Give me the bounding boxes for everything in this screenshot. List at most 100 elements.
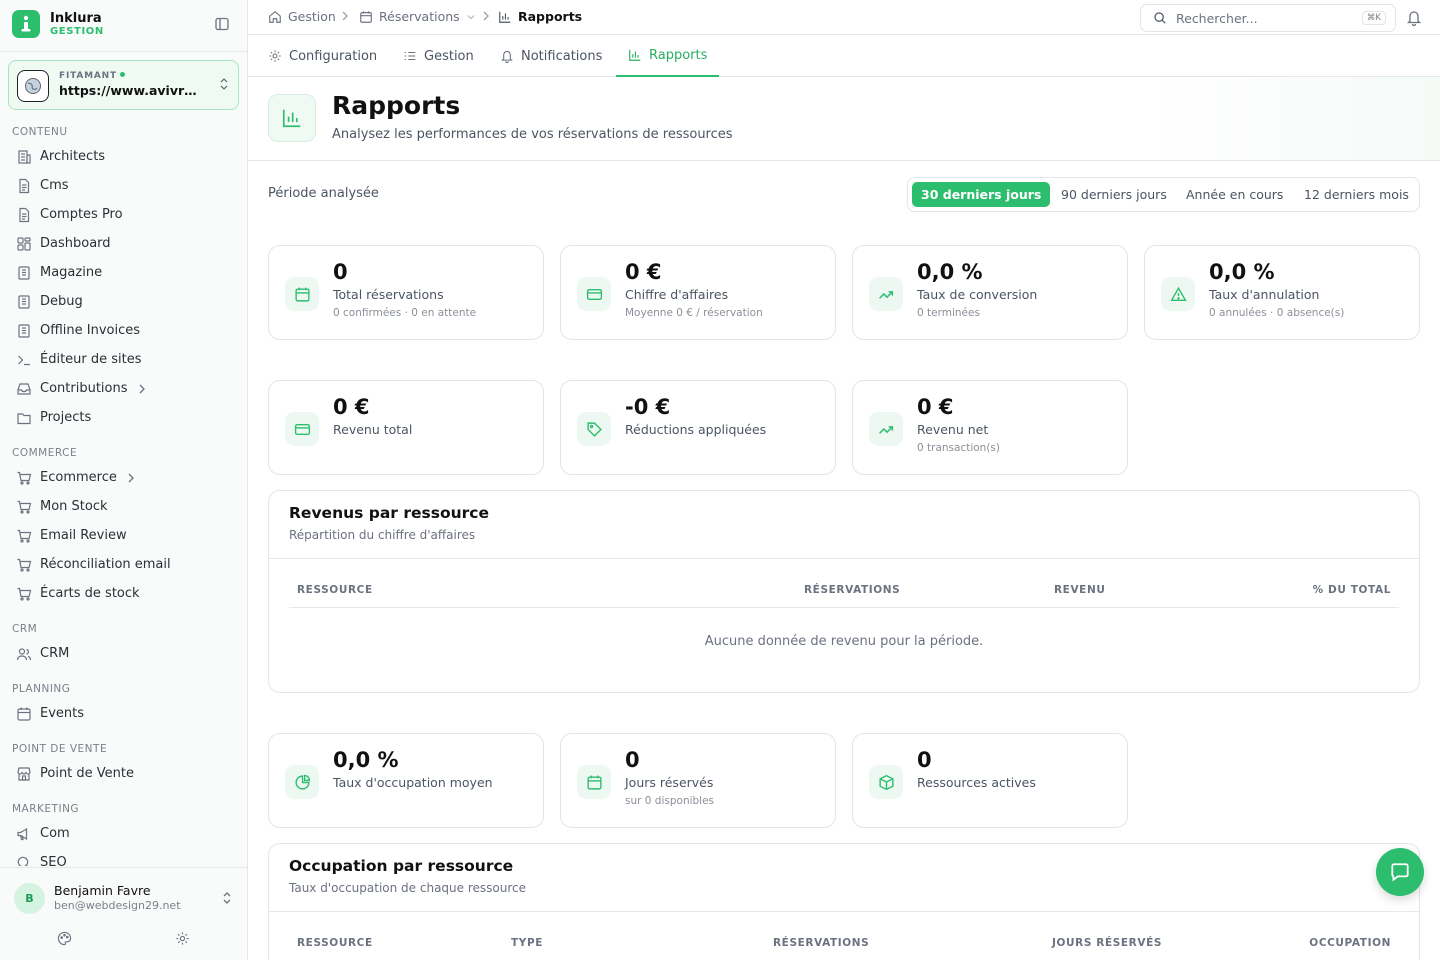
topbar: Gestion Réservations Rapports Rechercher… (248, 0, 1440, 35)
sidebar-item-offline-invoices[interactable]: Offline Invoices (0, 316, 248, 345)
sidebar-item-mon-stock[interactable]: Mon Stock (0, 492, 248, 521)
site-label: FITAMANT (59, 71, 125, 81)
breadcrumb-section[interactable]: Réservations (359, 9, 482, 24)
cart-icon (16, 528, 32, 544)
sidebar-item-email-review[interactable]: Email Review (0, 521, 248, 550)
sidebar-item-label: Architects (40, 149, 106, 164)
sidebar-item-architects[interactable]: Architects (0, 142, 248, 171)
column-header-resource[interactable]: RESSOURCE (297, 937, 373, 949)
empty-state-message: Aucune donnée de revenu pour la période. (704, 634, 984, 649)
sidebar-toggle-icon[interactable] (214, 16, 232, 34)
sidebar-item-label: Email Review (40, 528, 127, 543)
sidebar-item-reconciliation-email[interactable]: Réconciliation email (0, 550, 248, 579)
tab-notifications[interactable]: Notifications (500, 35, 602, 77)
column-header-reservations[interactable]: RÉSERVATIONS (804, 584, 900, 596)
sidebar-item-label: Point de Vente (40, 766, 135, 781)
tab-gestion[interactable]: Gestion (403, 35, 474, 77)
tab-rapports[interactable]: Rapports (616, 35, 720, 77)
sidebar-item-dashboard[interactable]: Dashboard (0, 229, 248, 258)
stat-value: 0 € (333, 395, 370, 419)
sidebar-item-events[interactable]: Events (0, 699, 248, 728)
column-header-resource[interactable]: RESSOURCE (297, 584, 373, 596)
period-option-90d[interactable]: 90 derniers jours (1052, 182, 1176, 207)
sidebar-item-ecommerce[interactable]: Ecommerce (0, 463, 248, 492)
period-option-30d[interactable]: 30 derniers jours (912, 182, 1051, 207)
stat-value: 0 € (625, 260, 662, 284)
chevron-updown-icon (218, 77, 230, 91)
sidebar-item-editeur-de-sites[interactable]: Éditeur de sites (0, 345, 248, 374)
sidebar-item-label: Debug (40, 294, 83, 309)
column-header-days-reserved[interactable]: JOURS RÉSERVÉS (1052, 937, 1162, 949)
sidebar-item-label: Ecommerce (40, 470, 117, 485)
revenue-panel: Revenus par ressource Répartition du chi… (268, 490, 1420, 693)
calendar-icon (285, 277, 319, 311)
sidebar-item-label: SEO (40, 855, 67, 866)
stat-value: 0,0 % (333, 748, 399, 772)
sidebar-item-debug[interactable]: Debug (0, 287, 248, 316)
cart-icon (16, 499, 32, 515)
bar-chart-icon (499, 11, 511, 23)
search-input[interactable]: Rechercher... ⌘K (1140, 4, 1396, 32)
users-icon (16, 646, 32, 662)
period-option-year[interactable]: Année en cours (1177, 182, 1292, 207)
sidebar-item-point-de-vente[interactable]: Point de Vente (0, 759, 248, 788)
sidebar-item-com[interactable]: Com (0, 819, 248, 848)
stat-value: 0 (333, 260, 348, 284)
tab-configuration[interactable]: Configuration (268, 35, 377, 77)
chat-icon (1391, 863, 1409, 882)
pie-chart-icon (285, 765, 319, 799)
brand-name: Inklura (50, 11, 102, 26)
occupancy-panel-subtitle: Taux d'occupation de chaque ressource (289, 881, 526, 895)
home-icon (269, 10, 281, 23)
brand[interactable]: Inklura GESTION (12, 10, 236, 42)
sidebar-item-ecarts-de-stock[interactable]: Écarts de stock (0, 579, 248, 608)
column-header-percent[interactable]: % DU TOTAL (1313, 584, 1391, 596)
chevron-right-icon (341, 11, 349, 21)
column-header-revenue[interactable]: REVENU (1054, 584, 1105, 596)
sidebar-item-label: Cms (40, 178, 69, 193)
occupancy-panel-title: Occupation par ressource (289, 857, 514, 875)
nav-section-commerce: COMMERCE (12, 447, 78, 459)
breadcrumb-home[interactable]: Gestion (268, 9, 336, 24)
sidebar-item-comptes-pro[interactable]: Comptes Pro (0, 200, 248, 229)
palette-icon[interactable] (57, 931, 72, 946)
sidebar-item-label: Projects (40, 410, 92, 425)
sidebar-item-label: Contributions (40, 381, 128, 396)
cart-icon (16, 557, 32, 573)
settings-icon[interactable] (175, 931, 190, 946)
site-url: https://www.avivre.fr (59, 83, 204, 98)
calendar-icon (16, 706, 32, 722)
invoice-icon (16, 323, 32, 339)
stat-label: Revenu net (917, 422, 989, 437)
warning-icon (1161, 277, 1195, 311)
period-option-12m[interactable]: 12 derniers mois (1295, 182, 1418, 207)
stat-card-jours-reserves: 0 Jours réservés sur 0 disponibles (560, 733, 836, 828)
chevron-right-icon (138, 384, 146, 394)
panel-divider (269, 911, 1419, 912)
stat-detail: sur 0 disponibles (625, 795, 715, 807)
sidebar-item-label: Com (40, 826, 70, 841)
nav-section-point-de-vente: POINT DE VENTE (12, 743, 108, 755)
column-header-type[interactable]: TYPE (511, 937, 543, 949)
document-icon (16, 178, 32, 194)
site-selector[interactable]: FITAMANT https://www.avivre.fr (8, 60, 239, 110)
chevron-right-icon (482, 11, 490, 21)
stat-label: Taux d'occupation moyen (333, 775, 493, 790)
sidebar-item-magazine[interactable]: Magazine (0, 258, 248, 287)
sidebar-item-label: Écarts de stock (40, 586, 140, 601)
sidebar-item-contributions[interactable]: Contributions (0, 374, 248, 403)
stat-label: Revenu total (333, 422, 413, 437)
column-header-occupancy[interactable]: OCCUPATION (1309, 937, 1391, 949)
user-menu[interactable]: B Benjamin Favre ben@webdesign29.net (0, 867, 247, 960)
chat-button[interactable] (1376, 848, 1424, 896)
bell-icon[interactable] (1406, 9, 1422, 26)
stat-value: 0,0 % (1209, 260, 1275, 284)
bell-icon (501, 51, 513, 63)
sidebar-item-projects[interactable]: Projects (0, 403, 248, 432)
sidebar-item-cms[interactable]: Cms (0, 171, 248, 200)
calendar-icon (360, 10, 372, 23)
cart-icon (16, 586, 32, 602)
column-header-reservations[interactable]: RÉSERVATIONS (773, 937, 869, 949)
sidebar-item-seo[interactable]: SEO (0, 848, 248, 866)
sidebar-item-crm[interactable]: CRM (0, 639, 248, 668)
